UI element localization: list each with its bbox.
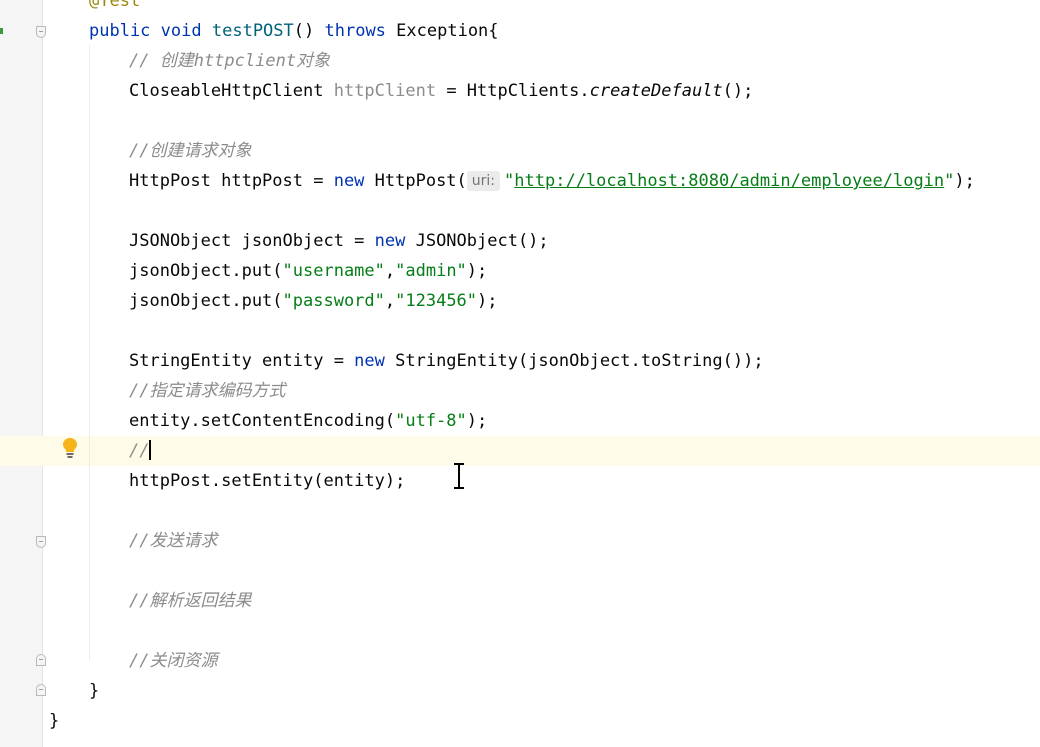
run-marker-icon[interactable] (0, 28, 7, 34)
fold-marker-icon[interactable] (36, 654, 46, 666)
keyword: new (333, 171, 365, 191)
fold-marker-icon[interactable] (36, 684, 46, 696)
code-text: jsonObject.put( (129, 291, 283, 311)
url-link[interactable]: http://localhost:8080/admin/employee/log… (514, 171, 944, 191)
code-comment[interactable]: //创建请求对象 (129, 136, 251, 166)
code-text: ); (466, 261, 488, 281)
parameter-hint: uri: (466, 171, 501, 191)
code-text: StringEntity(jsonObject.toString()); (384, 351, 764, 371)
string-quote: " (944, 171, 955, 191)
keyword: throws (324, 21, 386, 41)
code-line[interactable]: entity.setContentEncoding("utf-8"); (129, 406, 487, 436)
string-literal: "admin" (395, 261, 467, 281)
type-name: CloseableHttpClient (129, 81, 324, 101)
keyword: new (374, 231, 406, 251)
keyword: void (160, 21, 202, 41)
indent-guide (89, 45, 90, 660)
test-annotation: @Test (89, 0, 141, 11)
code-text: HttpPost( (364, 171, 467, 191)
fold-marker-icon[interactable] (36, 536, 46, 548)
editor-gutter (0, 0, 43, 747)
code-line[interactable]: JSONObject jsonObject = new JSONObject()… (129, 226, 549, 256)
code-comment[interactable]: //指定请求编码方式 (129, 376, 285, 406)
lightbulb-icon[interactable] (62, 437, 78, 459)
string-literal: "utf-8" (395, 411, 467, 431)
code-line[interactable]: jsonObject.put("password","123456"); (129, 286, 498, 316)
code-comment: // (129, 441, 150, 461)
code-text: StringEntity entity = (129, 351, 355, 371)
code-text: , (384, 291, 396, 311)
code-text: , (384, 261, 396, 281)
method-declaration[interactable]: public void testPOST() throws Exception{ (89, 16, 499, 46)
code-text: HttpPost httpPost = (129, 171, 334, 191)
keyword: new (354, 351, 385, 371)
string-literal: "123456" (395, 291, 478, 311)
code-text: entity.setContentEncoding( (129, 411, 396, 431)
code-text: JSONObject jsonObject = (129, 231, 375, 251)
exception-type: Exception{ (396, 21, 499, 41)
current-code-line[interactable]: // (129, 436, 152, 466)
string-literal: "username" (282, 261, 385, 281)
static-call: createDefault (589, 81, 723, 101)
method-name: testPOST (211, 21, 294, 41)
text-caret (149, 440, 152, 460)
method-closing-brace: } (89, 681, 100, 701)
code-text: = HttpClients. (436, 81, 590, 101)
string-literal: "password" (282, 291, 385, 311)
code-line[interactable]: StringEntity entity = new StringEntity(j… (129, 346, 764, 376)
code-line[interactable]: jsonObject.put("username","admin"); (129, 256, 487, 286)
code-comment[interactable]: //发送请求 (129, 526, 217, 556)
code-comment[interactable]: //解析返回结果 (129, 586, 251, 616)
keyword: public (89, 21, 151, 41)
code-text: ); (477, 291, 498, 311)
code-comment[interactable]: // 创建httpclient对象 (129, 46, 330, 76)
code-text: ); (466, 411, 488, 431)
class-closing-brace: } (49, 711, 60, 731)
text-cursor-icon (454, 463, 464, 489)
code-comment[interactable]: //关闭资源 (129, 646, 217, 676)
string-quote: " (504, 171, 515, 191)
code-text: (); (722, 81, 754, 101)
unused-variable: httpClient (333, 81, 437, 101)
code-text: JSONObject(); (405, 231, 549, 251)
code-text: ); (954, 171, 975, 191)
method-parens: () (293, 21, 315, 41)
current-line-highlight (0, 436, 1040, 466)
code-line[interactable]: HttpPost httpPost = new HttpPost(uri: "ht… (129, 166, 975, 196)
fold-marker-icon[interactable] (36, 26, 46, 38)
code-line[interactable]: httpPost.setEntity(entity); (129, 466, 405, 496)
code-line[interactable]: CloseableHttpClient httpClient = HttpCli… (129, 76, 753, 106)
code-text: jsonObject.put( (129, 261, 283, 281)
